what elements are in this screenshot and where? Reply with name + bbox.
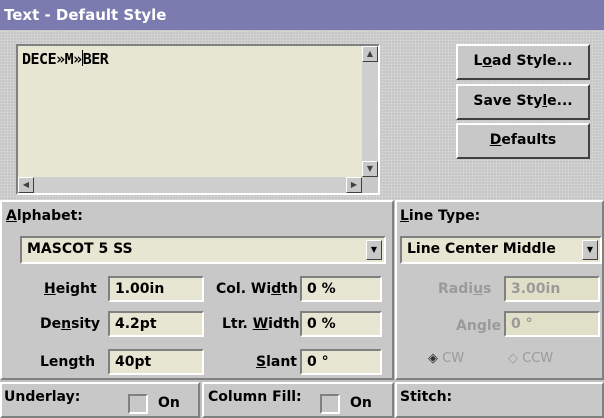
save-style-button[interactable]: Save Style... [456, 84, 590, 120]
alphabet-select[interactable]: MASCOT 5 SS ▼ [20, 236, 386, 264]
vertical-scrollbar[interactable]: ▲ ▼ [362, 46, 378, 177]
radius-field[interactable]: 3.00in [504, 276, 600, 302]
length-field[interactable]: 40pt [108, 349, 204, 375]
chevron-down-icon: ▼ [370, 245, 378, 254]
ltr-width-label: Ltr. Width [222, 316, 300, 332]
underlay-label: Underlay: [4, 389, 81, 405]
horizontal-scrollbar[interactable]: ◀ ▶ [18, 177, 362, 193]
slant-label: Slant [256, 354, 297, 370]
load-style-button[interactable]: Load Style... [456, 44, 590, 80]
alphabet-dropdown-button[interactable]: ▼ [366, 240, 382, 260]
line-type-label: Line Type: [400, 208, 481, 224]
radius-label: Radius [438, 281, 492, 297]
scroll-corner [362, 177, 378, 193]
scroll-left-button[interactable]: ◀ [18, 177, 34, 193]
cw-radio[interactable]: ◈ CW [428, 348, 464, 370]
load-style-label-c: ad Style... [492, 53, 573, 69]
line-type-value: Line Center Middle [407, 241, 556, 257]
scroll-up-button[interactable]: ▲ [362, 46, 378, 62]
col-width-field[interactable]: 0 % [300, 276, 382, 302]
height-field[interactable]: 1.00in [108, 276, 204, 302]
density-label: Density [40, 316, 101, 332]
chevron-down-icon: ▼ [586, 245, 594, 254]
text-before-caret: DECE»M» [22, 50, 82, 68]
ccw-label: CCW [522, 351, 554, 366]
angle-field[interactable]: 0 ° [504, 311, 600, 337]
underlay-checkbox[interactable] [128, 394, 148, 414]
scroll-right-button[interactable]: ▶ [346, 177, 362, 193]
text-after-caret: BER [82, 50, 109, 68]
arrow-down-icon: ▼ [366, 164, 374, 173]
column-fill-on-label: On [350, 395, 372, 411]
underlay-on-label: On [158, 395, 180, 411]
column-fill-checkbox[interactable] [320, 394, 340, 414]
arrow-up-icon: ▲ [366, 49, 374, 58]
arrow-left-icon: ◀ [22, 180, 30, 189]
angle-label: Angle [456, 318, 502, 334]
height-label: Height [44, 281, 97, 297]
arrow-right-icon: ▶ [350, 180, 358, 189]
load-style-label-b: o [482, 53, 493, 69]
save-style-label-c: e... [547, 93, 573, 109]
column-fill-label: Column Fill: [208, 389, 302, 405]
col-width-label: Col. Width [216, 281, 298, 297]
line-type-select[interactable]: Line Center Middle ▼ [400, 236, 602, 264]
defaults-label-b: D [489, 132, 502, 148]
scroll-down-button[interactable]: ▼ [362, 161, 378, 177]
length-label: Length [40, 354, 96, 370]
ltr-width-field[interactable]: 0 % [300, 311, 382, 337]
stitch-label: Stitch: [400, 389, 453, 405]
slant-field[interactable]: 0 ° [300, 349, 382, 375]
text-entry-field[interactable]: DECE»M»BER ▲ ▼ ◀ ▶ [16, 44, 380, 195]
line-type-dropdown-button[interactable]: ▼ [582, 240, 598, 260]
text-entry-value: DECE»M»BER [22, 50, 109, 68]
density-field[interactable]: 4.2pt [108, 311, 204, 337]
window-title: Text - Default Style [0, 0, 604, 30]
radio-unselected-icon: ◇ [508, 351, 518, 366]
save-style-label-a: Save Sty [473, 93, 543, 109]
cw-label: CW [442, 351, 465, 366]
defaults-button[interactable]: Defaults [456, 123, 590, 159]
ccw-radio[interactable]: ◇ CCW [508, 348, 553, 370]
alphabet-label: Alphabet: [6, 208, 83, 224]
defaults-label-c: efaults [501, 132, 557, 148]
radio-selected-icon: ◈ [428, 351, 438, 366]
alphabet-value: MASCOT 5 SS [27, 241, 133, 257]
